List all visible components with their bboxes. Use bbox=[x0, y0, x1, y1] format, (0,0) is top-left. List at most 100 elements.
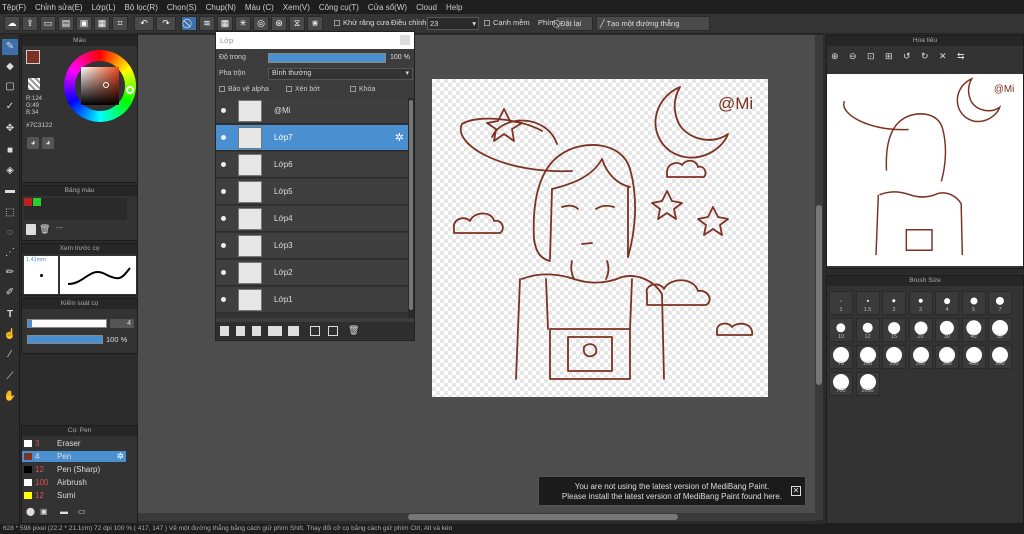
lasso-tool-icon[interactable]: ◌ bbox=[2, 225, 18, 241]
gradient-tool-icon[interactable]: ▬ bbox=[2, 183, 18, 199]
duplicate-layer-icon[interactable] bbox=[310, 326, 320, 336]
brush-size-value[interactable]: 4 bbox=[110, 319, 134, 328]
reset-rotation-icon[interactable]: ✕ bbox=[939, 51, 947, 62]
pen-tool-icon[interactable]: ✓ bbox=[2, 99, 18, 115]
visibility-dot-icon[interactable] bbox=[221, 135, 226, 140]
layer-row[interactable]: Lớp6 bbox=[216, 152, 408, 178]
crop-icon[interactable]: ⌗ bbox=[112, 16, 128, 31]
layer-row[interactable]: @Mi bbox=[216, 98, 408, 124]
brush-size-option[interactable]: 4 bbox=[935, 291, 959, 315]
visibility-dot-icon[interactable] bbox=[221, 270, 226, 275]
dot-tool-icon[interactable]: ▢ bbox=[2, 79, 18, 95]
saturation-value-box[interactable] bbox=[81, 67, 119, 105]
menu-item[interactable]: Công cụ(T) bbox=[319, 3, 359, 12]
brush-size-option[interactable]: 50 bbox=[988, 318, 1012, 342]
menu-item[interactable]: Tệp(F) bbox=[2, 3, 26, 12]
brush-size-option[interactable]: 150 bbox=[882, 345, 906, 369]
brush-size-option[interactable]: 12 bbox=[855, 318, 880, 342]
brush-size-option[interactable]: 200 bbox=[908, 345, 933, 369]
blend-mode-select[interactable]: Bình thường ▾ bbox=[268, 68, 413, 80]
snap-parallel-icon[interactable]: ≋ bbox=[199, 16, 215, 31]
layer-scroll-thumb[interactable] bbox=[409, 100, 413, 310]
main-color-swatch[interactable] bbox=[26, 50, 40, 64]
vertical-scroll-thumb[interactable] bbox=[816, 205, 822, 385]
grid-icon[interactable]: ▦ bbox=[94, 16, 110, 31]
add-layer-menu-icon[interactable] bbox=[268, 326, 282, 336]
horizontal-scrollbar[interactable] bbox=[138, 513, 815, 521]
bucket-tool-icon[interactable]: ◈ bbox=[2, 163, 18, 179]
eraser-tool-icon[interactable]: ◆ bbox=[2, 59, 18, 75]
layer-row[interactable]: Lớp2 bbox=[216, 260, 408, 286]
operation-tool-icon[interactable]: ☝ bbox=[2, 327, 18, 343]
brush-size-option[interactable]: 10 bbox=[829, 318, 853, 342]
brush-size-option[interactable]: 20 bbox=[908, 318, 933, 342]
delete-palette-icon[interactable]: 🗑 bbox=[39, 224, 50, 235]
layer-panel-titlebar[interactable]: Lớp bbox=[216, 32, 414, 49]
new-halftone-layer-icon[interactable] bbox=[236, 326, 245, 336]
layer-list-scrollbar[interactable] bbox=[408, 98, 414, 318]
redo-icon[interactable]: ↷ bbox=[156, 16, 176, 31]
transparent-swatch[interactable] bbox=[28, 78, 40, 90]
snap-curve-icon[interactable]: ⊛ bbox=[271, 16, 287, 31]
hue-picker-cursor[interactable] bbox=[126, 86, 134, 94]
brush-size-option[interactable]: 40 bbox=[961, 318, 986, 342]
snap-grid-icon[interactable]: ▦ bbox=[217, 16, 233, 31]
brush-size-slider[interactable] bbox=[27, 319, 107, 328]
lock-checkbox[interactable]: Khóa bbox=[350, 86, 375, 93]
brush-size-option[interactable]: 1000 bbox=[855, 372, 880, 396]
snap-radial-icon[interactable]: ✳ bbox=[235, 16, 251, 31]
select-tool-icon[interactable]: ⬚ bbox=[2, 205, 18, 221]
brush-list-item[interactable]: 12 Pen (Sharp) bbox=[22, 464, 126, 475]
layer-row[interactable]: Lớp5 bbox=[216, 179, 408, 205]
fill-rect-tool-icon[interactable]: ■ bbox=[2, 143, 18, 159]
add-brush-icon[interactable]: ⬤ bbox=[26, 507, 35, 516]
new-8bit-layer-icon[interactable] bbox=[252, 326, 261, 336]
layer-settings-icon[interactable]: ✲ bbox=[395, 131, 404, 144]
visibility-dot-icon[interactable] bbox=[221, 162, 226, 167]
straight-line-button[interactable]: ╱ Tạo một đường thẳng bbox=[596, 16, 710, 31]
brush-copy-icon[interactable]: ▭ bbox=[78, 507, 86, 516]
brush-list-item[interactable]: 12 Sumi bbox=[22, 490, 126, 501]
text-tool-icon[interactable]: T bbox=[2, 307, 18, 323]
protect-alpha-checkbox[interactable]: Bảo vệ alpha bbox=[219, 86, 269, 93]
visibility-dot-icon[interactable] bbox=[221, 243, 226, 248]
menu-item[interactable]: Lớp(L) bbox=[92, 3, 116, 12]
brush-size-option[interactable]: 700 bbox=[829, 372, 853, 396]
snap-perspective-icon[interactable]: ⧖ bbox=[289, 16, 305, 31]
menu-item[interactable]: Bộ lọc(R) bbox=[125, 3, 158, 12]
brush-folder-icon[interactable]: ▬ bbox=[60, 507, 68, 516]
brush-size-option[interactable]: 1.5 bbox=[855, 291, 880, 315]
brush-size-option[interactable]: 30 bbox=[935, 318, 959, 342]
brush-size-option[interactable]: 500 bbox=[988, 345, 1012, 369]
brush-size-option[interactable]: 100 bbox=[855, 345, 880, 369]
palette-settings-icon[interactable]: ◕ bbox=[42, 137, 54, 149]
snap-off-icon[interactable]: ⃠ bbox=[181, 16, 197, 31]
brush-size-option[interactable]: 2 bbox=[882, 291, 906, 315]
select-pen-tool-icon[interactable]: ✏ bbox=[2, 265, 18, 281]
visibility-dot-icon[interactable] bbox=[221, 189, 226, 194]
close-icon[interactable]: ✕ bbox=[791, 486, 801, 496]
layer-opacity-slider[interactable] bbox=[268, 53, 386, 63]
reset-button[interactable]: ⃠ Đặt lại bbox=[555, 16, 593, 31]
brush-size-option[interactable]: 5 bbox=[961, 291, 986, 315]
merge-layer-icon[interactable] bbox=[328, 326, 338, 336]
fit-window-icon[interactable]: ⊡ bbox=[867, 51, 875, 62]
clipping-checkbox[interactable]: Xén bớt bbox=[286, 86, 320, 93]
menu-item[interactable]: Xem(V) bbox=[283, 3, 310, 12]
layer-icon[interactable]: ▣ bbox=[76, 16, 92, 31]
adjust-select[interactable]: 23 ▾ bbox=[427, 17, 479, 30]
layer-panel-close-icon[interactable] bbox=[400, 35, 410, 45]
brush-size-option[interactable]: 3 bbox=[908, 291, 933, 315]
palette-swatch-green[interactable] bbox=[33, 198, 41, 206]
undo-icon[interactable]: ↶ bbox=[134, 16, 154, 31]
drawing-canvas[interactable]: @Mi bbox=[432, 79, 768, 397]
save-icon[interactable]: ⇪ bbox=[22, 16, 38, 31]
layer-row[interactable]: Lớp4 bbox=[216, 206, 408, 232]
cloud-icon[interactable]: ☁ bbox=[4, 16, 20, 31]
horizontal-scroll-thumb[interactable] bbox=[408, 514, 678, 520]
palette-icon[interactable]: ◕ bbox=[27, 137, 39, 149]
chat-icon[interactable]: ▭ bbox=[40, 16, 56, 31]
brush-menu-icon[interactable]: ▣ bbox=[40, 507, 48, 516]
menu-item[interactable]: Màu (C) bbox=[245, 3, 274, 12]
move-tool-icon[interactable]: ✥ bbox=[2, 121, 18, 137]
